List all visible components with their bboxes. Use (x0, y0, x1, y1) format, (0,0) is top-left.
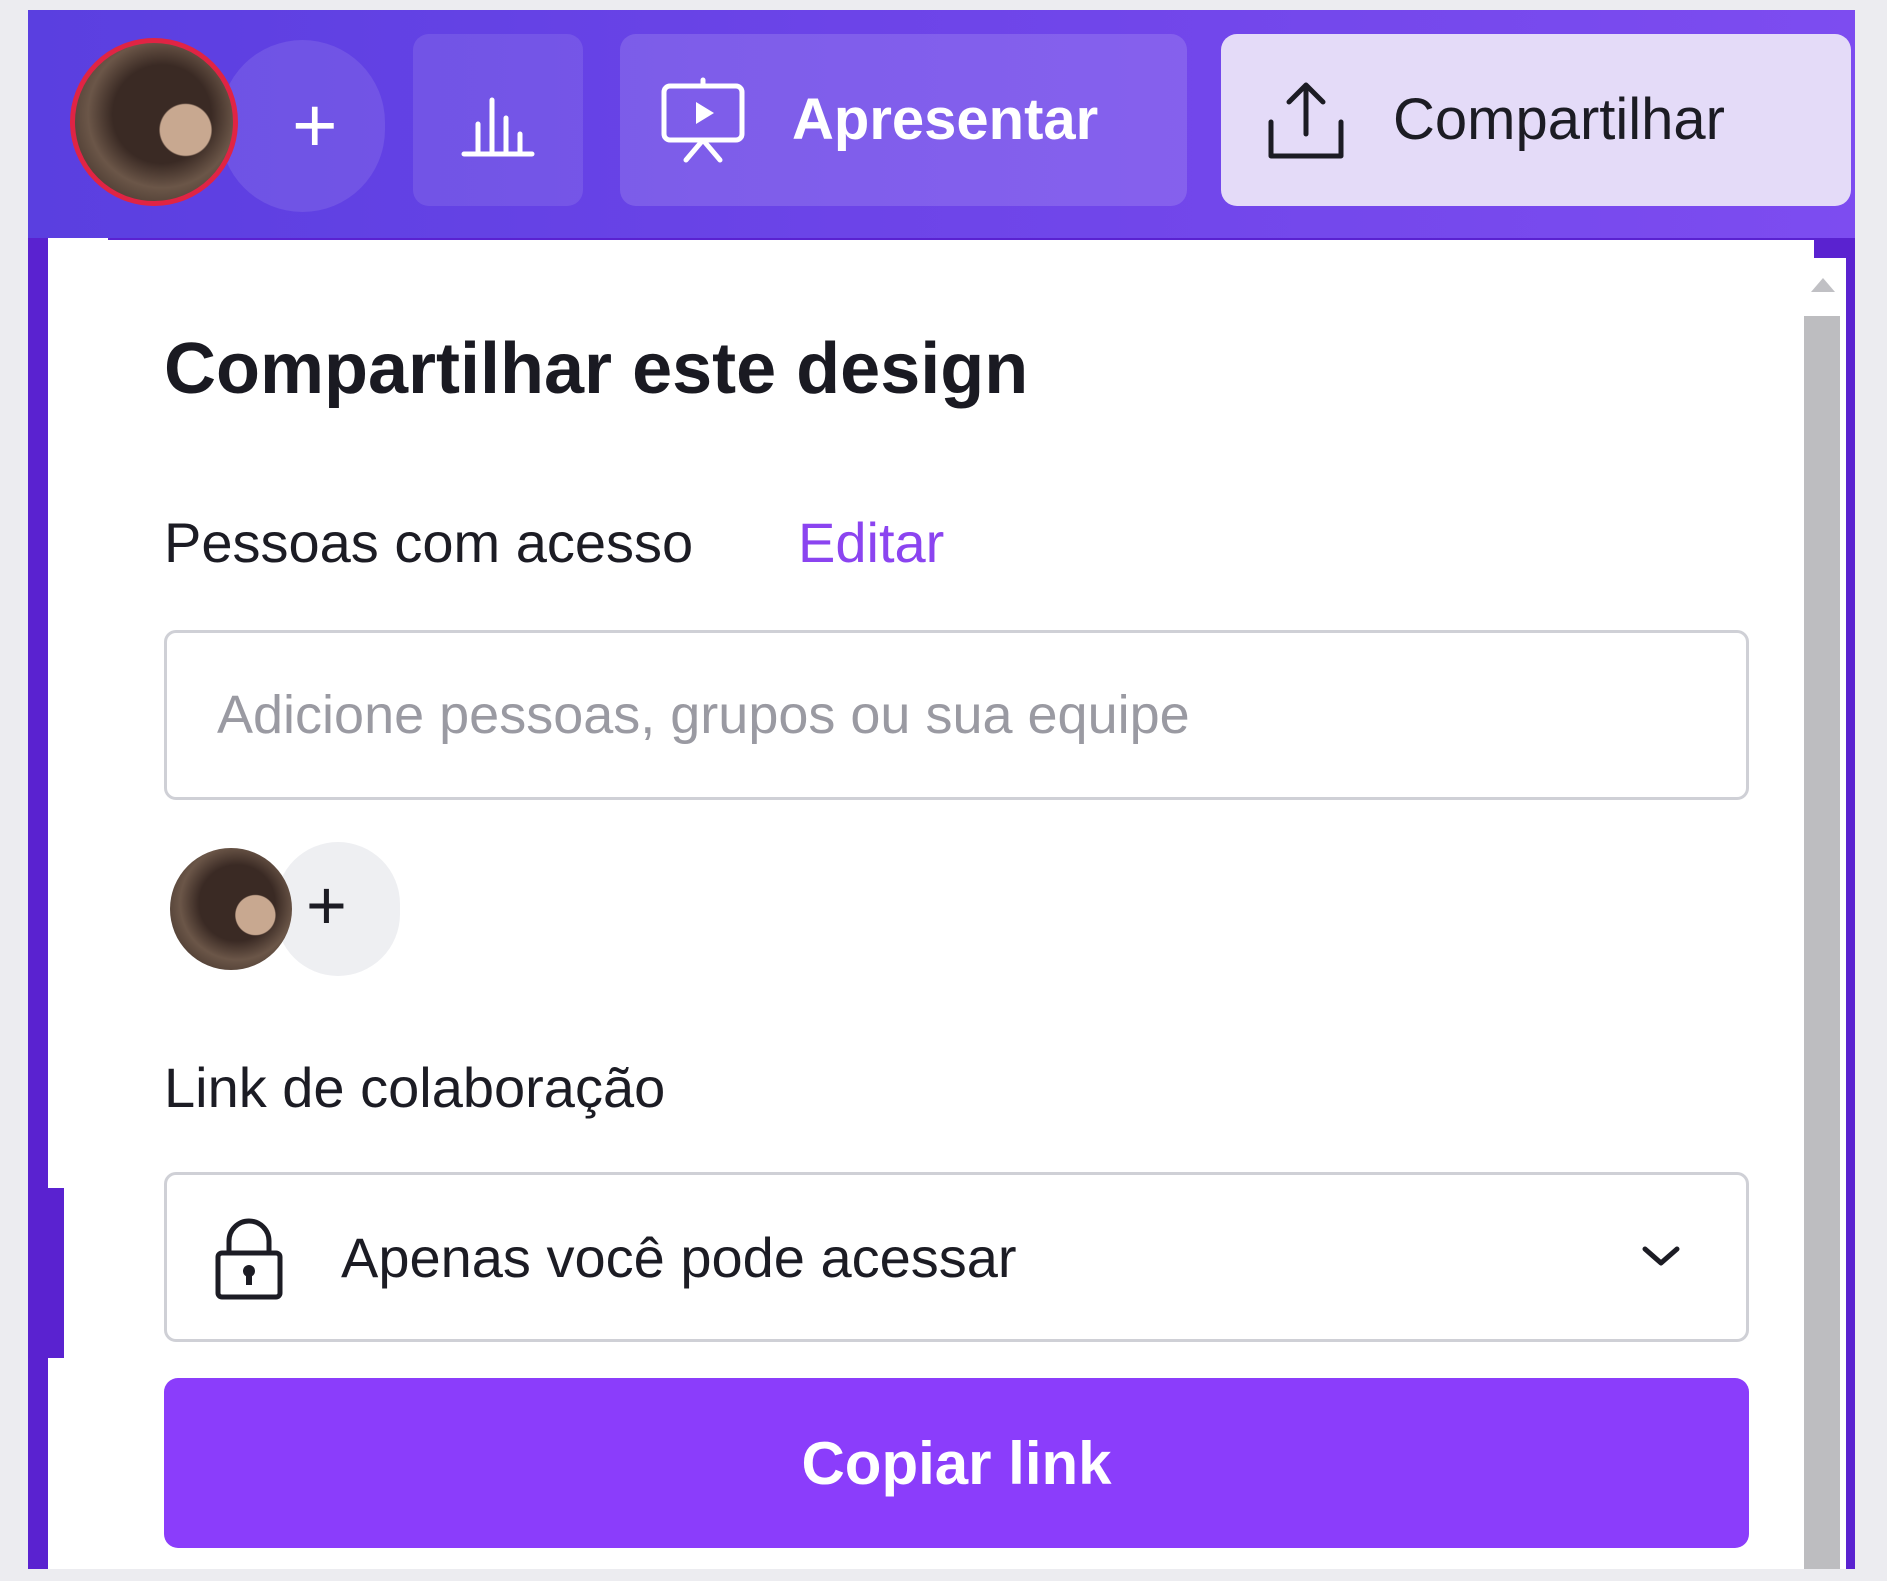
people-access-label: Pessoas com acesso (164, 511, 694, 574)
link-access-value: Apenas você pode acessar (341, 1226, 1017, 1289)
add-collaborator-button[interactable]: + (220, 40, 385, 212)
scroll-thumb[interactable] (1804, 316, 1840, 1569)
share-label: Compartilhar (1393, 87, 1725, 152)
panel-title: Compartilhar este design (164, 329, 1029, 409)
copy-link-button[interactable]: Copiar link (164, 1378, 1749, 1548)
share-button[interactable]: Compartilhar (1221, 34, 1851, 206)
lock-icon (213, 1217, 285, 1306)
add-person-button[interactable]: + (276, 842, 400, 976)
insights-button[interactable] (413, 34, 583, 206)
collaborator-avatar (170, 848, 292, 970)
present-button[interactable]: Apresentar (620, 34, 1187, 206)
panel-scrollbar[interactable] (1796, 258, 1846, 1569)
link-access-dropdown[interactable]: Apenas você pode acessar (164, 1172, 1749, 1342)
present-label: Apresentar (792, 87, 1099, 152)
presentation-screen-icon (658, 76, 748, 166)
scroll-up-arrow-icon[interactable] (1811, 278, 1835, 292)
bar-chart-icon (458, 80, 538, 160)
plus-icon: + (306, 866, 347, 944)
edit-access-link[interactable]: Editar (798, 510, 944, 575)
user-avatar[interactable] (70, 38, 238, 206)
top-bar: + Apresentar Compartilhar (28, 10, 1855, 238)
collab-link-label: Link de colaboração (164, 1056, 666, 1119)
app-frame: + Apresentar Compartilhar Compartilhar e… (28, 10, 1855, 1569)
share-panel: Compartilhar este design Pessoas com ace… (64, 240, 1814, 1569)
chevron-down-icon (1639, 1241, 1683, 1276)
plus-icon: + (292, 81, 338, 169)
upload-share-icon (1261, 76, 1351, 166)
people-search-input[interactable] (164, 630, 1749, 800)
